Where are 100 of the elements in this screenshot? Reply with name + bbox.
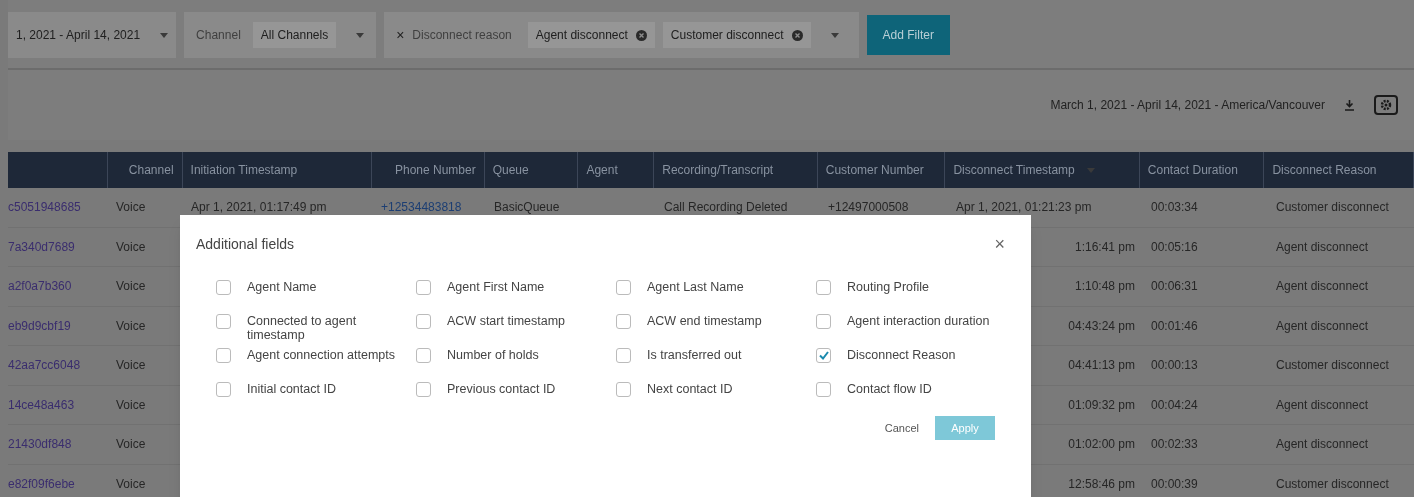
checkbox[interactable]	[616, 314, 631, 329]
field-option[interactable]: Previous contact ID	[416, 382, 616, 410]
settings-button[interactable]	[1374, 95, 1398, 115]
contact-link[interactable]: +12534483818	[381, 198, 462, 217]
table-cell-text: Agent disconnect	[1276, 278, 1369, 296]
field-option[interactable]: Agent First Name	[416, 280, 616, 308]
field-option[interactable]: Is transferred out	[616, 348, 816, 376]
date-range-filter[interactable]: 1, 2021 - April 14, 2021	[8, 12, 177, 58]
table-cell-text: 00:06:31	[1151, 278, 1198, 296]
channel-filter[interactable]: Channel All Channels	[184, 12, 377, 58]
checkbox[interactable]	[816, 280, 831, 295]
checkbox[interactable]	[416, 314, 431, 329]
table-cell-text: Call Recording Deleted	[664, 199, 788, 217]
filter-chip[interactable]: Agent disconnect	[527, 22, 655, 48]
column-header[interactable]: Initiation Timestamp	[182, 152, 372, 188]
table-cell-text: 00:00:13	[1151, 357, 1198, 375]
checkbox[interactable]	[816, 348, 831, 363]
field-option[interactable]: Agent Last Name	[616, 280, 816, 308]
table-cell-text: Voice	[116, 238, 146, 256]
field-option[interactable]: ACW end timestamp	[616, 314, 816, 342]
contact-link[interactable]: 21430df848	[8, 435, 72, 454]
column-header[interactable]: Disconnect Timestamp	[945, 152, 1140, 188]
checkbox[interactable]	[816, 314, 831, 329]
gear-icon	[1380, 99, 1392, 111]
checkbox[interactable]	[616, 348, 631, 363]
contact-link[interactable]: 7a340d7689	[8, 237, 75, 256]
filter-value: All Channels	[252, 22, 337, 48]
field-option[interactable]: Agent Name	[216, 280, 416, 308]
table-cell-text: Apr 1, 2021, 01:17:49 pm	[191, 199, 327, 217]
contact-link[interactable]: eb9d9cbf19	[8, 316, 71, 335]
column-header[interactable]: Channel	[107, 152, 183, 188]
table-cell-text: Agent disconnect	[1276, 238, 1369, 256]
table-cell-text: 01:02:00 pm	[1068, 436, 1135, 454]
checkbox[interactable]	[216, 382, 231, 397]
column-header[interactable]: Contact Duration	[1139, 152, 1265, 188]
filter-label: Disconnect reason	[412, 27, 512, 44]
table-cell-text: Voice	[116, 396, 146, 414]
table-cell-text: Customer disconnect	[1276, 199, 1389, 217]
checkbox[interactable]	[216, 314, 231, 329]
column-header[interactable]: Disconnect Reason	[1264, 152, 1414, 188]
dialog-title: Additional fields	[196, 235, 295, 254]
table-cell-text: Agent disconnect	[1276, 396, 1369, 414]
table-cell-text: 00:05:16	[1151, 238, 1198, 256]
checkbox[interactable]	[616, 382, 631, 397]
column-header[interactable]: Agent	[578, 152, 655, 188]
checkbox[interactable]	[216, 280, 231, 295]
table-cell-text: 1:16:41 pm	[1074, 238, 1135, 256]
filter-label: Channel	[196, 27, 241, 44]
table-cell-text: Voice	[116, 436, 146, 454]
field-option[interactable]: Disconnect Reason	[816, 348, 1016, 376]
field-option[interactable]: Contact flow ID	[816, 382, 1016, 410]
disconnect-reason-filter[interactable]: × Disconnect reason Agent disconnect Customer disconnect	[384, 12, 859, 58]
table-cell-text: 01:09:32 pm	[1068, 396, 1135, 414]
cancel-button[interactable]: Cancel	[884, 419, 919, 437]
caret-icon	[356, 32, 365, 38]
field-option[interactable]: ACW start timestamp	[416, 314, 616, 342]
table-cell-text: Customer disconnect	[1276, 475, 1389, 493]
contact-link[interactable]: c5051948685	[8, 198, 81, 217]
table-cell-text: Apr 1, 2021, 01:21:23 pm	[956, 199, 1092, 217]
field-option[interactable]: Next contact ID	[616, 382, 816, 410]
date-range-label: March 1, 2021 - April 14, 2021 - America/Vancouver	[1050, 97, 1325, 114]
close-button[interactable]: ×	[994, 231, 1005, 258]
caret-icon	[160, 32, 169, 38]
field-option[interactable]: Number of holds	[416, 348, 616, 376]
field-option[interactable]: Routing Profile	[816, 280, 1016, 308]
add-filter-button[interactable]: Add Filter	[866, 15, 950, 55]
checkbox[interactable]	[416, 280, 431, 295]
download-icon[interactable]	[1345, 99, 1354, 111]
remove-icon	[791, 29, 803, 41]
checkbox[interactable]	[216, 348, 231, 363]
caret-icon	[1086, 167, 1095, 173]
field-option[interactable]: Agent interaction duration	[816, 314, 1016, 342]
checkbox[interactable]	[416, 348, 431, 363]
contact-link[interactable]: e82f09f6ebe	[8, 474, 75, 493]
table-cell-text: BasicQueue	[494, 199, 560, 217]
table-cell-text: Voice	[116, 199, 146, 217]
contact-link[interactable]: 14ce48a463	[8, 395, 75, 414]
contact-link[interactable]: 42aa7cc6048	[8, 356, 81, 375]
remove-icon	[635, 29, 647, 41]
filter-chip[interactable]: Customer disconnect	[662, 22, 811, 48]
checkbox[interactable]	[616, 280, 631, 295]
column-header[interactable]: Customer Number	[817, 152, 946, 188]
table-cell-text: Customer disconnect	[1276, 357, 1389, 375]
checkbox[interactable]	[816, 382, 831, 397]
checkbox[interactable]	[416, 382, 431, 397]
column-header[interactable]: Queue	[484, 152, 579, 188]
column-header[interactable]: Phone Number	[372, 152, 485, 188]
table-cell-text: Voice	[116, 317, 146, 335]
table-cell-text: 04:43:24 pm	[1068, 317, 1135, 335]
field-option[interactable]: Agent connection attempts	[216, 348, 416, 376]
remove-filter-button[interactable]: ×	[396, 24, 405, 46]
table-cell-text: Agent disconnect	[1276, 317, 1369, 335]
table-cell-text: Voice	[116, 357, 146, 375]
field-option[interactable]: Connected to agent timestamp	[216, 314, 416, 342]
contact-link[interactable]: a2f0a7b360	[8, 277, 72, 296]
table-cell-text: 00:04:24	[1151, 396, 1198, 414]
field-option[interactable]: Initial contact ID	[216, 382, 416, 410]
table-cell-text: Voice	[116, 278, 146, 296]
table-cell-text: 04:41:13 pm	[1068, 357, 1135, 375]
column-header[interactable]: Recording/Transcript	[654, 152, 818, 188]
